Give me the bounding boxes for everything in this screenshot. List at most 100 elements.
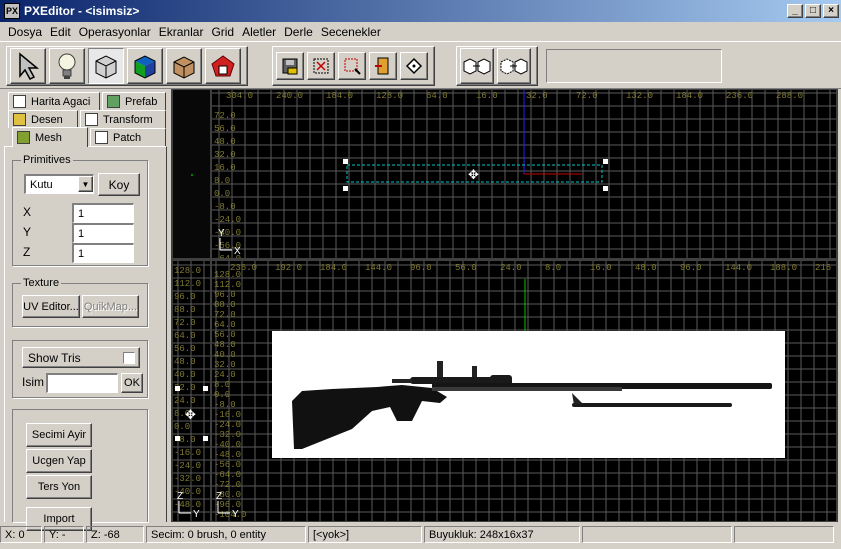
menu-dosya[interactable]: Dosya (4, 25, 46, 39)
door-tool[interactable] (369, 52, 397, 80)
side-viewport-grid: 128.0112.096.088.072.064.056.048.040.032… (173, 261, 210, 521)
show-tris-toggle[interactable]: Show Tris (22, 347, 140, 368)
ruler-label: -24.0 (214, 215, 241, 225)
tab-harita-agaci[interactable]: Harita Agaci (8, 92, 100, 110)
brush-cube-tool[interactable] (88, 48, 124, 84)
top-viewport[interactable]: 304.0 240.0 184.0 128.0 64.0 16.0 32.0 72.0 132.… (212, 90, 836, 258)
ruler-label: -104.0 (214, 510, 246, 520)
menu-grid[interactable]: Grid (207, 25, 238, 39)
status-size: Buyukluk: 248x16x37 (424, 526, 580, 543)
status-bar: X: 0 Y: - Z: -68 Secim: 0 brush, 0 entit… (0, 525, 841, 544)
ruler-label: 112.0 (214, 280, 241, 290)
ruler-label: 8.0 (214, 380, 230, 390)
ruler-label: 288.0 (776, 91, 803, 101)
x-label: X (23, 205, 32, 219)
ruler-label: 72.0 (214, 310, 236, 320)
menu-ekranlar[interactable]: Ekranlar (155, 25, 208, 39)
uv-editor-button[interactable]: UV Editor... (22, 295, 80, 318)
axis-label-vertical: Y (218, 228, 225, 239)
select-arrow-tool[interactable] (10, 48, 46, 84)
ruler-label: 132.0 (626, 91, 653, 101)
ruler-label: 184.0 (676, 91, 703, 101)
front-viewport[interactable]: 236.0 192.0 184.0 144.0 96.0 56.0 24.0 8.0 16.0 4… (212, 261, 836, 521)
app-icon[interactable]: PX (4, 3, 20, 19)
texture-cube-tool[interactable] (166, 48, 202, 84)
ruler-label: -56.0 (214, 460, 241, 470)
show-tris-checkbox[interactable] (123, 352, 135, 364)
ruler-label: 48.0 (214, 340, 236, 350)
axis-label-horizontal: X (234, 246, 241, 257)
ruler-label: 72.0 (214, 111, 236, 121)
prefab-icon (107, 95, 120, 108)
primitive-select[interactable]: Kutu ▼ (24, 174, 94, 194)
tab-mesh[interactable]: Mesh (12, 127, 88, 147)
isim-field[interactable] (46, 373, 118, 393)
entity-tool[interactable] (205, 48, 241, 84)
move-cursor-icon: ✥ (185, 407, 196, 422)
toolbar-display-box (546, 49, 722, 83)
tree-icon (13, 95, 26, 108)
ruler-label: 56.0 (174, 344, 196, 354)
small-viewport[interactable] (173, 90, 210, 258)
menu-derle[interactable]: Derle (280, 25, 317, 39)
axis-label-vertical: Z (216, 491, 222, 502)
left-panel: Harita Agaci Prefab Desen Transform Mesh… (0, 89, 171, 531)
light-tool[interactable] (49, 48, 85, 84)
ruler-label: 96.0 (410, 263, 432, 273)
ruler-label: 240.0 (276, 91, 303, 101)
ruler-label: 8.0 (214, 176, 230, 186)
top-viewport-grid: 304.0 240.0 184.0 128.0 64.0 16.0 32.0 72.0 132.… (212, 90, 836, 258)
ruler-label: 16.0 (476, 91, 498, 101)
status-z: Z: -68 (86, 526, 144, 543)
ruler-label: 184.0 (326, 91, 353, 101)
quikmap-button[interactable]: QuikMap... (82, 295, 139, 318)
chevron-down-icon[interactable]: ▼ (78, 176, 93, 192)
ruler-label: 16.0 (214, 163, 236, 173)
ruler-label: 188.0 (770, 263, 797, 273)
secimi-ayir-button[interactable]: Secimi Ayir (26, 423, 92, 447)
title-bar: PX PXEditor - <isimsiz> _ □ × (0, 0, 841, 22)
deselect-tool[interactable] (307, 52, 335, 80)
ruler-label: -40.0 (214, 440, 241, 450)
menu-secenekler[interactable]: Secenekler (317, 25, 385, 39)
ruler-label: -8.0 (214, 400, 236, 410)
tab-patch[interactable]: Patch (90, 128, 166, 146)
split-cube-tool[interactable] (497, 48, 531, 84)
close-button[interactable]: × (823, 4, 839, 18)
minimize-button[interactable]: _ (787, 4, 803, 18)
ruler-label: 128.0 (174, 266, 201, 276)
ruler-label: 56.0 (214, 124, 236, 134)
koy-button[interactable]: Koy (98, 173, 140, 196)
status-resize-grip[interactable] (734, 526, 834, 543)
ruler-label: -64.0 (214, 470, 241, 480)
ruler-label: 48.0 (214, 137, 236, 147)
clip-cube-tool[interactable] (460, 48, 494, 84)
ters-yon-button[interactable]: Ters Yon (26, 475, 92, 499)
ruler-label: 0.0 (174, 422, 190, 432)
ruler-label: 24.0 (174, 396, 196, 406)
side-viewport[interactable]: 128.0 112.0 96.0 88.0 72.0 64.0 56.0 48.0 40.0 32… (173, 261, 210, 521)
z-field[interactable]: 1 (72, 243, 134, 263)
lightbulb-icon (58, 53, 76, 79)
vertex-tool[interactable] (400, 52, 428, 80)
x-field[interactable]: 1 (72, 203, 134, 223)
ruler-label: 48.0 (635, 263, 657, 273)
color-cube-tool[interactable] (127, 48, 163, 84)
ruler-label: 48.0 (174, 357, 196, 367)
tab-desen[interactable]: Desen (8, 110, 78, 128)
y-field[interactable]: 1 (72, 223, 134, 243)
save-selection-tool[interactable] (276, 52, 304, 80)
menu-operasyonlar[interactable]: Operasyonlar (75, 25, 155, 39)
maximize-button[interactable]: □ (805, 4, 821, 18)
tab-prefab[interactable]: Prefab (102, 92, 166, 110)
tab-transform[interactable]: Transform (80, 110, 166, 128)
ruler-label: 8.0 (545, 263, 561, 273)
menu-edit[interactable]: Edit (46, 25, 75, 39)
ruler-label: 88.0 (214, 300, 236, 310)
ruler-label: 0.0 (214, 189, 230, 199)
select-region-tool[interactable] (338, 52, 366, 80)
ok-button[interactable]: OK (121, 373, 143, 393)
menu-aletler[interactable]: Aletler (238, 25, 280, 39)
ruler-label: -32.0 (214, 430, 241, 440)
ucgen-yap-button[interactable]: Ucgen Yap (26, 449, 92, 473)
